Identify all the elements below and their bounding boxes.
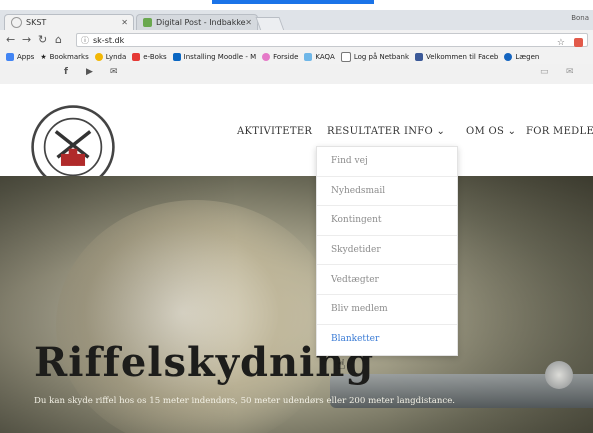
youtube-icon[interactable]: ▶ (86, 67, 93, 77)
user-label[interactable]: Bona (571, 14, 589, 22)
digital-post-favicon (143, 18, 152, 27)
tab-title: Digital Post - Indbakke (156, 18, 246, 27)
star-icon: ★ (40, 53, 47, 61)
bookmark-facebook[interactable]: Velkommen til Faceb (415, 53, 498, 61)
facebook-icon[interactable]: f (64, 67, 68, 77)
mail-icon[interactable]: ✉ (566, 67, 574, 77)
hero-photo-sight (545, 361, 573, 389)
browser-chrome: SKST ✕ Digital Post - Indbakke ✕ Bona ← … (0, 10, 593, 65)
home-icon[interactable]: ⌂ (55, 33, 62, 46)
new-tab-button[interactable] (255, 17, 285, 31)
eboks-icon (132, 53, 141, 61)
menu-item-nyhedsmail[interactable]: Nyhedsmail (317, 177, 457, 207)
forward-icon[interactable]: → (22, 33, 31, 46)
top-edge (0, 0, 593, 10)
info-dropdown-menu: Find vej Nyhedsmail Kontingent Skydetide… (316, 146, 458, 356)
apps-icon (6, 53, 14, 61)
hand-cursor-icon: ☝ (337, 357, 346, 373)
extension-icon[interactable] (574, 38, 583, 47)
bookmarks-bar: Apps ★ Bookmarks Lynda e-Boks Installing … (0, 50, 593, 65)
menu-item-skydetider[interactable]: Skydetider (317, 236, 457, 266)
rss-icon[interactable]: ▭ (540, 67, 549, 77)
nav-info[interactable]: INFO ⌄ (404, 126, 445, 137)
mail-icon[interactable]: ✉ (110, 67, 118, 77)
menu-item-blanketter[interactable]: Blanketter (317, 325, 457, 355)
bookmark-apps[interactable]: Apps (6, 53, 34, 61)
hero-banner: Riffelskydning Du kan skyde riffel hos o… (0, 176, 593, 433)
lynda-icon (94, 53, 103, 61)
close-icon[interactable]: ✕ (245, 18, 252, 27)
reload-icon[interactable]: ↻ (38, 33, 47, 46)
star-icon[interactable]: ☆ (557, 38, 565, 48)
nav-om-os[interactable]: OM OS ⌄ (466, 126, 516, 137)
moodle-icon (172, 53, 181, 61)
menu-item-kontingent[interactable]: Kontingent (317, 206, 457, 236)
site-header: AKTIVITETER RESULTATER INFO ⌄ OM OS ⌄ FO… (0, 84, 593, 189)
tab-strip: SKST ✕ Digital Post - Indbakke ✕ Bona (0, 10, 593, 31)
nav-aktiviteter[interactable]: AKTIVITETER (237, 126, 312, 137)
menu-item-find-vej[interactable]: Find vej (317, 147, 457, 177)
laegen-icon (504, 53, 513, 61)
bookmark-lynda[interactable]: Lynda (94, 53, 126, 61)
facebook-icon (415, 53, 424, 61)
address-text: sk-st.dk (93, 35, 125, 45)
tab-skst[interactable]: SKST ✕ (4, 14, 134, 30)
back-icon[interactable]: ← (6, 33, 15, 46)
toolbar: ← → ↻ ⌂ ⓘ sk-st.dk ☆ (0, 30, 593, 50)
info-icon[interactable]: ⓘ (81, 35, 89, 46)
tab-digital-post[interactable]: Digital Post - Indbakke ✕ (136, 14, 258, 30)
site-favicon (11, 17, 22, 28)
bookmark-bookmarks[interactable]: ★ Bookmarks (40, 53, 88, 61)
address-bar[interactable]: ⓘ sk-st.dk ☆ (76, 33, 588, 48)
nav-resultater[interactable]: RESULTATER (327, 126, 400, 137)
bookmark-eboks[interactable]: e-Boks (132, 53, 167, 61)
top-blue-bar (212, 0, 374, 4)
menu-item-vedtaegter[interactable]: Vedtægter (317, 265, 457, 295)
tab-title: SKST (26, 18, 47, 27)
bookmark-kaqa[interactable]: KAQA (304, 53, 335, 61)
social-bar: f ▶ ✉ ▭ ✉ (0, 64, 593, 85)
page-icon (340, 52, 351, 62)
forside-icon (262, 53, 271, 61)
bookmark-moodle[interactable]: Installing Moodle - M (172, 53, 256, 61)
kaqa-icon (304, 53, 313, 61)
bookmark-forside[interactable]: Forside (262, 53, 298, 61)
bookmark-laegen[interactable]: Lægen (504, 53, 539, 61)
close-icon[interactable]: ✕ (121, 18, 128, 27)
nav-for-medlem[interactable]: FOR MEDLEM (526, 126, 593, 137)
bookmark-netbank[interactable]: Log på Netbank (340, 52, 409, 62)
hero-text: Du kan skyde riffel hos os 15 meter inde… (34, 396, 456, 406)
menu-item-bliv-medlem[interactable]: Bliv medlem (317, 295, 457, 325)
